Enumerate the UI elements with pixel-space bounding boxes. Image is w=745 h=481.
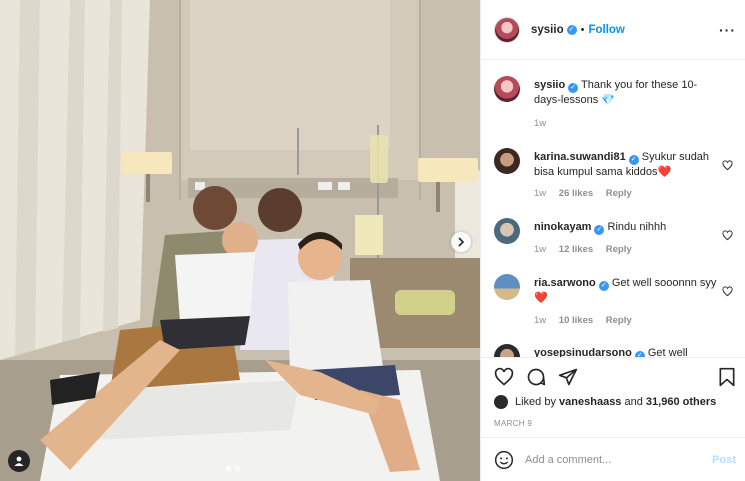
reply-button[interactable]: Reply: [606, 188, 632, 199]
comment-icon[interactable]: [526, 367, 546, 387]
heart-icon[interactable]: [722, 230, 733, 241]
post-actions: Liked by vaneshaass and 31,960 others MA…: [481, 357, 745, 437]
heart-icon[interactable]: [494, 367, 514, 387]
comment-item: yosepsinudarsono ✓ Get well: [494, 344, 739, 357]
action-icons: [494, 367, 578, 387]
comment-input[interactable]: [525, 453, 695, 466]
comment-text: yosepsinudarsono ✓ Get well: [534, 346, 739, 357]
chevron-right-icon: [458, 237, 465, 247]
comment-meta: 1w 12 likes Reply: [534, 244, 642, 255]
reply-button[interactable]: Reply: [606, 244, 632, 255]
comment-item: ninokayam ✓ Rindu nihhh 1w 12 likes Reply: [494, 218, 739, 268]
comment-body: Get well sooonnn syy: [611, 277, 717, 289]
comment-meta: 1w 10 likes Reply: [534, 315, 642, 326]
liker-username[interactable]: vaneshaass: [559, 396, 621, 408]
carousel-dot: [235, 466, 240, 471]
verified-icon: ✓: [568, 83, 579, 93]
avatar[interactable]: [494, 16, 520, 43]
likes-summary: Liked by vaneshaass and 31,960 others: [494, 395, 716, 409]
verified-icon: ✓: [628, 155, 639, 165]
carousel-dots: [226, 466, 240, 471]
caption-item: sysiio ✓ Thank you for these 10-days-less…: [494, 76, 739, 136]
avatar[interactable]: [494, 274, 520, 300]
follow-button[interactable]: Follow: [588, 24, 624, 36]
comment-body: Rindu nihhh: [607, 221, 667, 233]
bookmark-icon[interactable]: [718, 367, 736, 387]
comment-body: Get well: [647, 347, 688, 357]
heart-icon[interactable]: [722, 160, 733, 171]
hospital-family-photo: [0, 0, 480, 481]
author-username[interactable]: sysiio: [531, 24, 564, 36]
comment-item: ria.sarwono ✓ Get well sooonnn syy ❤️ 1w 1…: [494, 274, 739, 334]
diamond-emoji: 💎: [601, 94, 615, 106]
emoji-icon[interactable]: [494, 450, 514, 470]
comment-text: ninokayam ✓ Rindu nihhh: [534, 220, 719, 235]
avatar[interactable]: [494, 218, 520, 244]
comment-item: karina.suwandi81 ✓ Syukur sudah bisa kump…: [494, 148, 739, 208]
avatar[interactable]: [494, 76, 520, 102]
next-photo-button[interactable]: [451, 232, 471, 252]
comment-meta: 1w 26 likes Reply: [534, 188, 642, 199]
separator-dot: •: [580, 23, 585, 36]
heart-emoji: ❤️: [534, 292, 548, 304]
comment-username[interactable]: yosepsinudarsono: [534, 347, 632, 357]
add-comment-bar: Post: [481, 437, 745, 481]
carousel-dot-active: [226, 466, 231, 471]
share-icon[interactable]: [558, 367, 578, 387]
reply-button[interactable]: Reply: [606, 315, 632, 326]
heart-icon[interactable]: [722, 286, 733, 297]
comment-likes[interactable]: 26 likes: [559, 188, 593, 199]
avatar[interactable]: [494, 148, 520, 174]
avatar[interactable]: [494, 344, 520, 357]
caption-text: sysiio ✓ Thank you for these 10-days-less…: [534, 78, 719, 108]
caption-username[interactable]: sysiio: [534, 79, 565, 91]
comment-likes[interactable]: 10 likes: [559, 315, 593, 326]
post-photo[interactable]: [0, 0, 480, 481]
comment-text: karina.suwandi81 ✓ Syukur sudah bisa kump…: [534, 150, 719, 180]
verified-icon: ✓: [598, 281, 609, 291]
verified-icon: ✓: [594, 225, 605, 235]
comment-time[interactable]: 1w: [534, 244, 546, 255]
likes-prefix: Liked by: [515, 396, 556, 408]
user-tag-icon: [14, 456, 24, 466]
comments-list[interactable]: sysiio ✓ Thank you for these 10-days-less…: [481, 60, 745, 357]
comment-time[interactable]: 1w: [534, 315, 546, 326]
post-date[interactable]: MARCH 9: [494, 419, 532, 428]
comment-text: ria.sarwono ✓ Get well sooonnn syy ❤️: [534, 276, 719, 306]
heart-emoji: ❤️: [657, 166, 672, 178]
caption-time[interactable]: 1w: [534, 118, 546, 129]
liker-avatar[interactable]: [494, 395, 508, 409]
comment-username[interactable]: karina.suwandi81: [534, 151, 626, 163]
likes-count[interactable]: 31,960 others: [646, 396, 716, 408]
post-header: sysiio ✓ • Follow ···: [481, 0, 745, 60]
comment-time[interactable]: 1w: [534, 188, 546, 199]
comment-likes[interactable]: 12 likes: [559, 244, 593, 255]
tagged-users-button[interactable]: [8, 450, 30, 472]
verified-icon: ✓: [566, 24, 577, 35]
likes-connector: and: [624, 396, 643, 408]
post-comment-button[interactable]: Post: [712, 454, 736, 466]
comment-username[interactable]: ninokayam: [534, 221, 591, 233]
caption-meta: 1w: [534, 118, 556, 129]
more-icon[interactable]: ···: [719, 22, 736, 38]
post-side-panel: sysiio ✓ • Follow ··· sysiio ✓ Thank you …: [480, 0, 745, 481]
comment-username[interactable]: ria.sarwono: [534, 277, 596, 289]
